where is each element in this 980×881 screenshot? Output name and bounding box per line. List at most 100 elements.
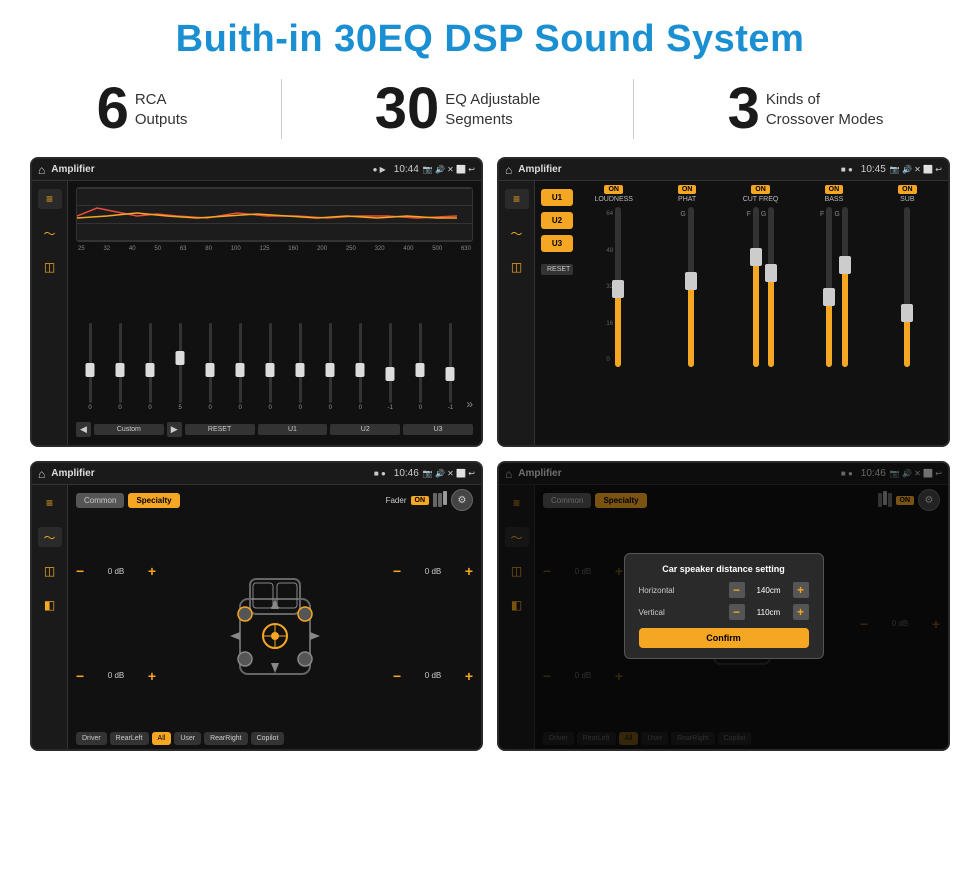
fader-minus-2[interactable]: − [76, 668, 84, 684]
eq-slider-handle-7[interactable] [266, 363, 275, 377]
eq-sidebar-speaker-icon[interactable]: ◫ [38, 257, 62, 277]
crossover-loudness-handle[interactable] [612, 280, 624, 298]
dialog-vertical-plus[interactable]: + [793, 604, 809, 620]
eq-slider-6[interactable]: 0 [226, 323, 254, 411]
crossover-phat-on[interactable]: ON [678, 185, 697, 194]
crossover-bass-slider[interactable] [826, 207, 832, 367]
crossover-bass-handle[interactable] [823, 288, 835, 306]
crossover-u1-button[interactable]: U1 [541, 189, 573, 206]
fader-settings-icon[interactable]: ⚙ [451, 489, 473, 511]
eq-slider-handle-6[interactable] [236, 363, 245, 377]
fader-plus-4[interactable]: + [465, 668, 473, 684]
fader-plus-3[interactable]: + [465, 563, 473, 579]
crossover-sidebar-wave-icon[interactable]: 〜 [505, 223, 529, 243]
crossover-cutfreq-g-slider[interactable] [768, 207, 774, 367]
fader-tab-specialty[interactable]: Specialty [128, 493, 179, 508]
crossover-u3-button[interactable]: U3 [541, 235, 573, 252]
fader-tab-common[interactable]: Common [76, 493, 124, 508]
eq-slider-handle-5[interactable] [206, 363, 215, 377]
crossover-sub-slider[interactable] [904, 207, 910, 367]
eq-slider-track-7[interactable] [269, 323, 272, 403]
fader-user-button[interactable]: User [174, 732, 201, 745]
crossover-phat-slider[interactable] [688, 207, 694, 367]
eq-slider-2[interactable]: 0 [106, 323, 134, 411]
dialog-horizontal-plus[interactable]: + [793, 582, 809, 598]
dialog-confirm-button[interactable]: Confirm [639, 628, 809, 648]
eq-slider-3[interactable]: 0 [136, 323, 164, 411]
eq-slider-12[interactable]: 0 [406, 323, 434, 411]
eq-u2-button[interactable]: U2 [330, 424, 400, 435]
crossover-sub-on[interactable]: ON [898, 185, 917, 194]
eq-slider-4[interactable]: 5 [166, 323, 194, 411]
dialog-horizontal-minus[interactable]: − [729, 582, 745, 598]
eq-slider-11[interactable]: -1 [376, 323, 404, 411]
fader-minus-3[interactable]: − [393, 563, 401, 579]
eq-slider-7[interactable]: 0 [256, 323, 284, 411]
eq-slider-track-8[interactable] [299, 323, 302, 403]
fader-home-icon[interactable]: ⌂ [38, 467, 45, 481]
crossover-sidebar-speaker-icon[interactable]: ◫ [505, 257, 529, 277]
eq-slider-9[interactable]: 0 [316, 323, 344, 411]
eq-slider-track-5[interactable] [209, 323, 212, 403]
fader-copilot-button[interactable]: Copilot [251, 732, 285, 745]
eq-slider-8[interactable]: 0 [286, 323, 314, 411]
crossover-loudness-slider[interactable] [615, 207, 621, 367]
eq-slider-handle-3[interactable] [146, 363, 155, 377]
eq-slider-handle-13[interactable] [446, 367, 455, 381]
crossover-cutfreq-slider[interactable] [753, 207, 759, 367]
fader-sidebar-eq-icon[interactable]: ≡ [38, 493, 62, 513]
eq-slider-handle-10[interactable] [356, 363, 365, 377]
eq-slider-handle-4[interactable] [176, 351, 185, 365]
eq-u1-button[interactable]: U1 [258, 424, 328, 435]
fader-plus-2[interactable]: + [148, 668, 156, 684]
eq-prev-button[interactable]: ◀ [76, 422, 91, 437]
crossover-bass-on[interactable]: ON [825, 185, 844, 194]
eq-slider-5[interactable]: 0 [196, 323, 224, 411]
crossover-reset-button[interactable]: RESET [541, 264, 573, 275]
fader-sidebar-speaker-icon[interactable]: ◫ [38, 561, 62, 581]
fader-sidebar-wave-icon[interactable]: 〜 [38, 527, 62, 547]
eq-reset-button[interactable]: RESET [185, 424, 255, 435]
crossover-sub-handle[interactable] [901, 304, 913, 322]
fader-on-badge[interactable]: ON [411, 496, 430, 505]
eq-slider-track-12[interactable] [419, 323, 422, 403]
crossover-sidebar-eq-icon[interactable]: ≡ [505, 189, 529, 209]
crossover-cutfreq-g-handle[interactable] [765, 264, 777, 282]
eq-slider-handle-2[interactable] [116, 363, 125, 377]
eq-slider-track-10[interactable] [359, 323, 362, 403]
eq-home-icon[interactable]: ⌂ [38, 163, 45, 177]
eq-slider-13[interactable]: -1 [436, 323, 464, 411]
fader-sidebar-balance-icon[interactable]: ◧ [38, 595, 62, 615]
eq-slider-10[interactable]: 0 [346, 323, 374, 411]
crossover-u2-button[interactable]: U2 [541, 212, 573, 229]
crossover-cutfreq-handle[interactable] [750, 248, 762, 266]
crossover-phat-handle[interactable] [685, 272, 697, 290]
crossover-loudness-on[interactable]: ON [604, 185, 623, 194]
fader-driver-button[interactable]: Driver [76, 732, 107, 745]
crossover-bass-g-handle[interactable] [839, 256, 851, 274]
eq-slider-handle-11[interactable] [386, 367, 395, 381]
eq-sidebar-eq-icon[interactable]: ≡ [38, 189, 62, 209]
eq-slider-track-4[interactable] [179, 323, 182, 403]
eq-slider-handle-12[interactable] [416, 363, 425, 377]
eq-next-button[interactable]: ▶ [167, 422, 182, 437]
eq-slider-track-13[interactable] [449, 323, 452, 403]
eq-u3-button[interactable]: U3 [403, 424, 473, 435]
eq-slider-track-2[interactable] [119, 323, 122, 403]
eq-sidebar-wave-icon[interactable]: 〜 [38, 223, 62, 243]
eq-slider-track-3[interactable] [149, 323, 152, 403]
fader-minus-4[interactable]: − [393, 668, 401, 684]
eq-slider-1[interactable]: 0 [76, 323, 104, 411]
eq-custom-button[interactable]: Custom [94, 424, 164, 435]
fader-plus-1[interactable]: + [148, 563, 156, 579]
eq-slider-handle-8[interactable] [296, 363, 305, 377]
fader-rearright-button[interactable]: RearRight [204, 732, 248, 745]
fader-all-button[interactable]: All [152, 732, 172, 745]
fader-minus-1[interactable]: − [76, 563, 84, 579]
crossover-home-icon[interactable]: ⌂ [505, 163, 512, 177]
eq-slider-track-6[interactable] [239, 323, 242, 403]
eq-slider-track-1[interactable] [89, 323, 92, 403]
crossover-bass-g-slider[interactable] [842, 207, 848, 367]
eq-slider-handle-1[interactable] [86, 363, 95, 377]
fader-rearleft-button[interactable]: RearLeft [110, 732, 149, 745]
